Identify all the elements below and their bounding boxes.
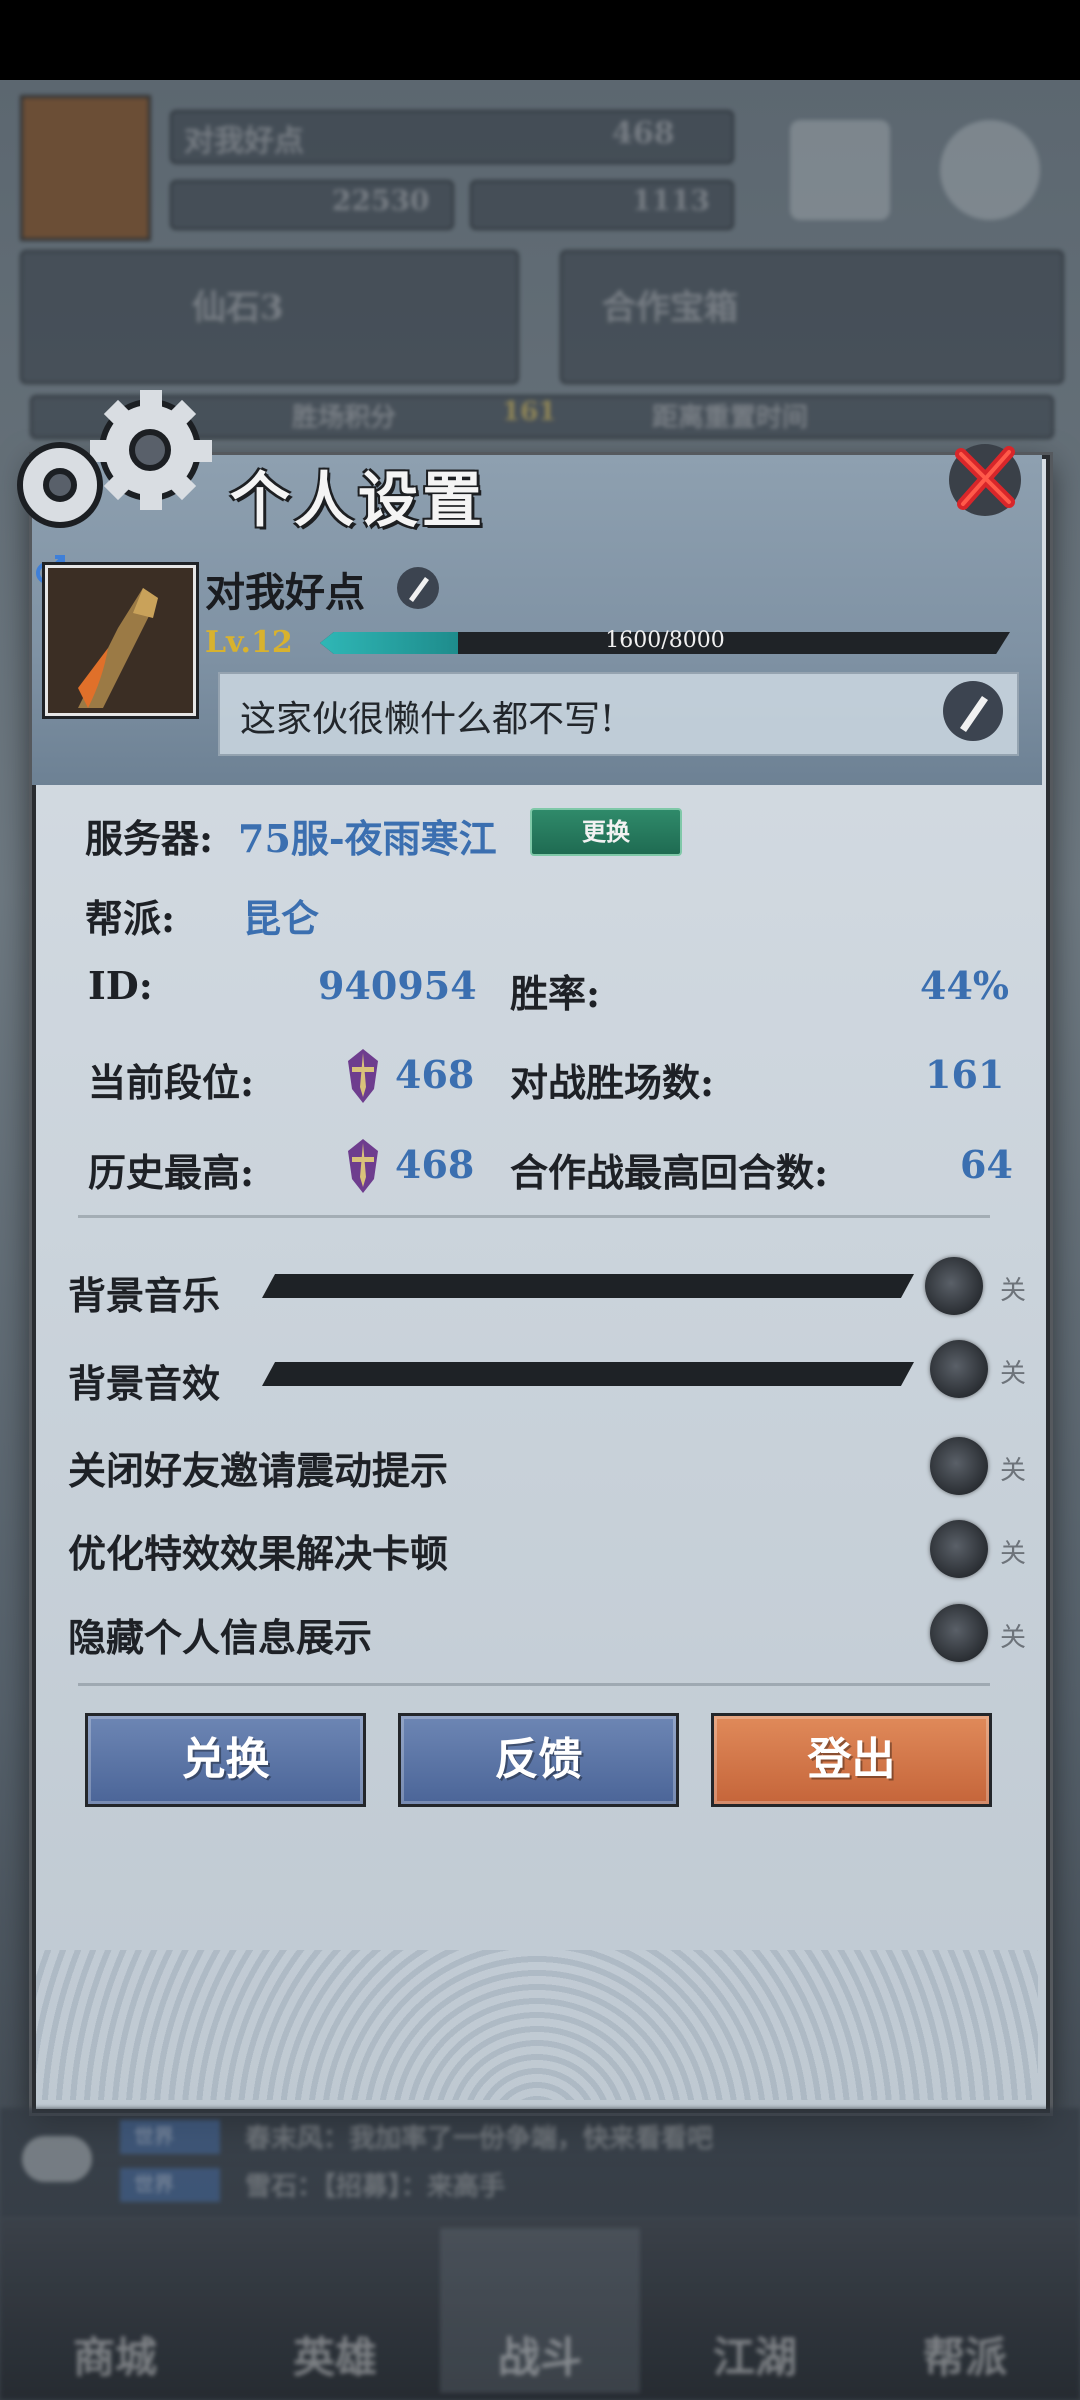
background-panel-left-title: 仙石3 [192,288,284,328]
tab-heroes[interactable]: 英雄 [235,2228,435,2393]
friend-invite-vibration-state: 关 [1000,1456,1027,1486]
guild-value: 昆仑 [243,896,320,941]
background-banner-left: 胜场积分 [292,403,397,433]
settings-divider [78,1683,990,1686]
winrate-value: 44% [920,963,1009,1008]
coop-rounds-label: 合作战最高回合数: [510,1150,829,1195]
status-bar [0,0,1080,80]
nickname: 对我好点 [205,569,365,616]
background-name-bar: 对我好点 468 [170,110,734,164]
dialog-title: 个人设置 [230,466,486,536]
setting-label-music: 背景音乐 [68,1273,221,1318]
wins-label: 对战胜场数: [510,1060,715,1105]
tab-battle[interactable]: 战斗 [440,2228,640,2393]
signature-text: 这家伙很懒什么都不写! [240,699,615,740]
setting-label-friend-invite-vibration: 关闭好友邀请震动提示 [68,1448,449,1493]
setting-label-optimize-effects: 优化特效效果解决卡顿 [68,1531,449,1576]
music-toggle-state: 关 [1000,1276,1027,1306]
tab-shop-label: 商城 [72,2333,157,2382]
optimize-effects-state: 关 [1000,1539,1027,1569]
tab-guild-label: 帮派 [922,2333,1007,2382]
background-gold-value: 1113 [632,184,710,217]
background-power-value: 22530 [332,184,430,217]
music-volume-slider[interactable] [262,1274,914,1298]
change-server-button[interactable]: 更换 [530,808,682,856]
id-value: 940954 [318,963,477,1008]
background-panel-right-title: 合作宝箱 [602,288,738,328]
tab-shop[interactable]: 商城 [15,2228,215,2393]
best-rank-label: 历史最高: [88,1150,255,1195]
background-panel-left[interactable]: 仙石3 [20,250,519,384]
friend-invite-vibration-toggle[interactable] [930,1437,988,1495]
avatar[interactable] [45,565,196,716]
best-rank-sword-icon [348,1139,378,1193]
winrate-label: 胜率: [510,971,601,1016]
background-scroll-icon[interactable] [790,120,890,220]
background-banner-value: 161 [502,397,557,427]
best-rank-value: 468 [395,1142,475,1187]
avatar-weapon-icon [78,588,158,708]
chat-channel-1: 世界 [134,2124,174,2148]
chat-channel-tag-1: 世界 [120,2120,220,2154]
hide-info-state: 关 [1000,1623,1027,1653]
tab-heroes-label: 英雄 [292,2333,377,2382]
tab-jianghu-label: 江湖 [712,2333,797,2382]
info-divider [78,1215,990,1218]
background-player-name: 对我好点 [184,124,304,159]
sfx-toggle[interactable] [930,1340,988,1398]
coop-rounds-value: 64 [960,1142,1013,1187]
guild-label: 帮派: [85,896,176,941]
sfx-toggle-state: 关 [1000,1359,1027,1389]
background-rank-value: 468 [612,116,675,151]
background-settings-gear-icon[interactable] [940,120,1040,220]
current-rank-label: 当前段位: [88,1060,255,1105]
rank-sword-icon [348,1049,378,1103]
logout-button[interactable]: 登出 [711,1713,992,1807]
tab-jianghu[interactable]: 江湖 [655,2228,855,2393]
hide-info-toggle[interactable] [930,1604,988,1662]
player-level: Lv.12 [205,625,293,660]
music-toggle[interactable] [925,1257,983,1315]
setting-label-hide-info: 隐藏个人信息展示 [68,1615,373,1660]
chat-message-1: 春末风：我加率了一份争端，快来看看吧 [245,2124,714,2154]
chat-channel-tag-2: 世界 [120,2168,220,2202]
id-label: ID: [88,963,153,1008]
background-gold-bar: 1113 [470,180,734,230]
background-avatar [20,95,151,241]
background-panel-right[interactable]: 合作宝箱 [560,250,1064,384]
chat-bubble-icon[interactable] [22,2136,92,2182]
redeem-button[interactable]: 兑换 [85,1713,366,1807]
background-banner-right: 距离重置时间 [652,403,809,433]
close-icon[interactable] [945,440,1025,520]
chat-channel-2: 世界 [134,2172,174,2196]
server-label: 服务器: [85,816,214,861]
exp-text: 1600/8000 [605,628,725,653]
wave-decoration [36,1950,1038,2100]
server-value: 75服-夜雨寒江 [238,816,497,861]
background-power-bar: 22530 [170,180,454,230]
current-rank-value: 468 [395,1052,475,1097]
edit-signature-brush-icon[interactable] [940,678,1006,744]
gear-icon [17,390,212,528]
tab-battle-label: 战斗 [497,2333,582,2382]
chat-message-2: 雪石：【招募】：来高手 [245,2172,506,2202]
edit-name-brush-icon[interactable] [395,565,441,611]
tab-guild[interactable]: 帮派 [865,2228,1065,2393]
optimize-effects-toggle[interactable] [930,1520,988,1578]
setting-label-sfx: 背景音效 [68,1361,221,1406]
background-chat-bar[interactable]: 世界 春末风：我加率了一份争端，快来看看吧 世界 雪石：【招募】：来高手 [0,2108,1080,2218]
background-header: 对我好点 468 22530 1113 仙石3 合作宝箱 胜场积分 161 距离… [0,80,1080,439]
sfx-volume-slider[interactable] [262,1362,914,1386]
wins-value: 161 [925,1052,1005,1097]
feedback-button[interactable]: 反馈 [398,1713,679,1807]
